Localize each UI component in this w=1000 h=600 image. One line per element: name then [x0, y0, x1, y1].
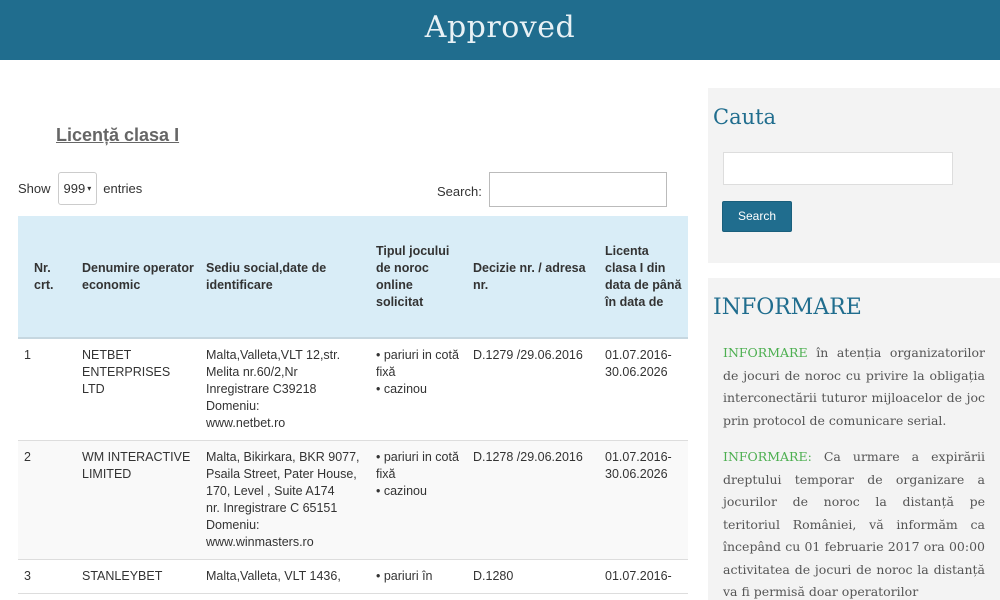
- entries-select-value: 999: [63, 181, 86, 196]
- cell-operator: WM INTERACTIVE LIMITED: [76, 440, 200, 560]
- column-header-licenta[interactable]: Licenta clasa I din data de până în data…: [599, 216, 688, 339]
- cell-decizie: D.1279 /29.06.2016: [467, 338, 599, 441]
- site-title: Approved: [424, 10, 576, 45]
- cell-tip: pariuri in cotă fixă cazinou: [370, 440, 467, 560]
- cell-sediu: Malta,Valleta,VLT 12,str. Melita nr.60/2…: [200, 338, 370, 441]
- cell-decizie: D.1280: [467, 559, 599, 594]
- site-header: Approved: [0, 0, 1000, 60]
- cell-nr: 2: [18, 440, 76, 560]
- tip-item: pariuri in cotă fixă: [376, 347, 461, 381]
- table-search: Search:: [437, 172, 667, 207]
- cell-operator: NETBET ENTERPRISES LTD: [76, 338, 200, 441]
- sediu-line: Domeniu:: [206, 518, 260, 532]
- cauta-search-input[interactable]: [723, 152, 953, 185]
- informare-item: INFORMARE în atenția organizatorilor de …: [723, 342, 985, 432]
- informare-link[interactable]: INFORMARE:: [723, 449, 812, 464]
- informare-panel: INFORMARE INFORMARE în atenția organizat…: [708, 278, 1000, 600]
- cell-tip: pariuri în: [370, 559, 467, 594]
- main-content: Licență clasa I Show 999 ▾ entries Searc…: [0, 60, 700, 600]
- table-header-row: Nr. crt. Denumire operator economic Sedi…: [18, 216, 688, 339]
- cell-nr: 3: [18, 559, 76, 594]
- informare-item-text: Ca urmare a expirării dreptului temporar…: [723, 449, 985, 599]
- caret-down-icon: ▾: [87, 184, 92, 193]
- sediu-line: Domeniu:: [206, 399, 260, 413]
- table-row: 2 WM INTERACTIVE LIMITED Malta, Bikirkar…: [18, 440, 688, 560]
- show-label: Show: [18, 181, 51, 196]
- cell-licenta: 01.07.2016-30.06.2026: [599, 440, 688, 560]
- license-table: Nr. crt. Denumire operator economic Sedi…: [18, 216, 688, 594]
- sediu-line: Malta,Valleta, VLT 1436,: [206, 569, 341, 583]
- informare-title: INFORMARE: [713, 295, 862, 320]
- sediu-line: www.netbet.ro: [206, 416, 286, 430]
- column-header-sediu[interactable]: Sediu social,date de identificare: [200, 216, 370, 339]
- sediu-line: Malta,Valleta,VLT 12,str. Melita nr.60/2…: [206, 348, 341, 396]
- tip-item: cazinou: [376, 483, 461, 500]
- entries-select[interactable]: 999 ▾: [57, 172, 98, 205]
- sediu-line: Malta, Bikirkara, BKR 9077, Psaila Stree…: [206, 450, 360, 498]
- column-header-nr[interactable]: Nr. crt.: [18, 216, 76, 339]
- informare-item: INFORMARE: Ca urmare a expirării dreptul…: [723, 446, 985, 600]
- cell-operator: STANLEYBET: [76, 559, 200, 594]
- cell-licenta: 01.07.2016-: [599, 559, 688, 594]
- cell-nr: 1: [18, 338, 76, 441]
- cauta-panel: Cauta Search: [708, 88, 1000, 263]
- table-row: 3 STANLEYBET Malta,Valleta, VLT 1436, pa…: [18, 559, 688, 594]
- cell-sediu: Malta, Bikirkara, BKR 9077, Psaila Stree…: [200, 440, 370, 560]
- informare-text: INFORMARE în atenția organizatorilor de …: [723, 342, 985, 600]
- entries-label: entries: [103, 181, 143, 196]
- column-header-decizie[interactable]: Decizie nr. / adresa nr.: [467, 216, 599, 339]
- table-row: 1 NETBET ENTERPRISES LTD Malta,Valleta,V…: [18, 338, 688, 441]
- column-header-operator[interactable]: Denumire operator economic: [76, 216, 200, 339]
- informare-link[interactable]: INFORMARE: [723, 345, 808, 360]
- sediu-line: www.winmasters.ro: [206, 535, 314, 549]
- tip-item: cazinou: [376, 381, 461, 398]
- cauta-search-button[interactable]: Search: [722, 201, 792, 232]
- cell-sediu: Malta,Valleta, VLT 1436,: [200, 559, 370, 594]
- column-header-tip[interactable]: Tipul jocului de noroc online solicitat: [370, 216, 467, 339]
- section-title[interactable]: Licență clasa I: [56, 125, 179, 146]
- sediu-line: nr. Inregistrare C 65151: [206, 501, 338, 515]
- cauta-title: Cauta: [713, 105, 777, 129]
- cell-tip: pariuri in cotă fixă cazinou: [370, 338, 467, 441]
- search-input[interactable]: [488, 172, 667, 207]
- cell-licenta: 01.07.2016-30.06.2026: [599, 338, 688, 441]
- tip-item: pariuri in cotă fixă: [376, 449, 461, 483]
- entries-length-control: Show 999 ▾ entries: [18, 172, 142, 205]
- tip-item: pariuri în: [376, 568, 461, 585]
- cell-decizie: D.1278 /29.06.2016: [467, 440, 599, 560]
- search-label: Search:: [437, 184, 482, 199]
